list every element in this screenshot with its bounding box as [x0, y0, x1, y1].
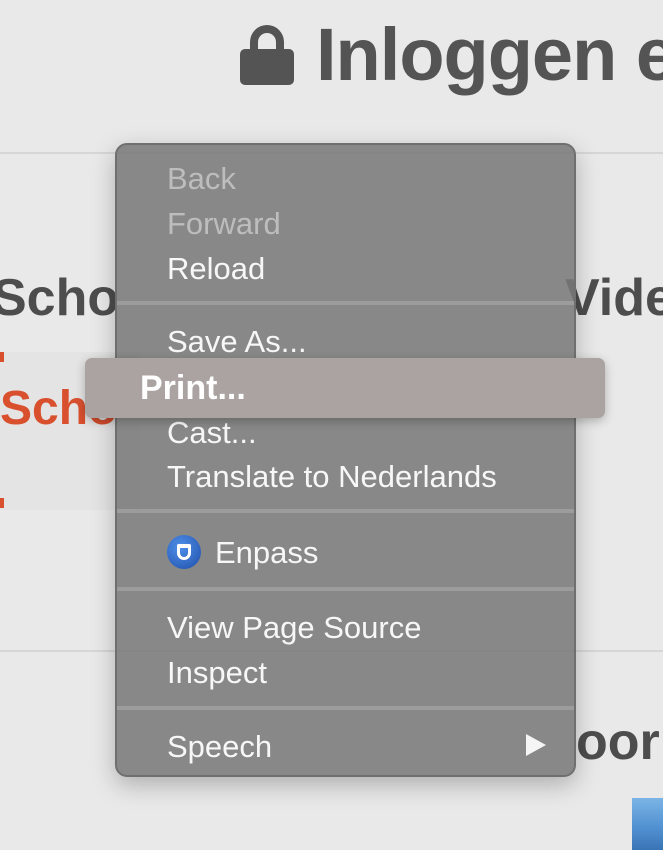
context-menu: Back Forward Reload Save As... Cast... T… [115, 143, 576, 777]
menu-item-view-page-source[interactable]: View Page Source [167, 612, 421, 643]
section-heading-left: Scho [0, 269, 120, 327]
menu-separator [117, 301, 574, 305]
menu-item-speech[interactable]: Speech [167, 731, 272, 762]
menu-item-cast[interactable]: Cast... [167, 417, 257, 448]
section-heading-right: Vide [565, 269, 663, 327]
thumbnail-image[interactable] [632, 798, 663, 850]
menu-item-inspect[interactable]: Inspect [167, 657, 267, 688]
section-heading-bottom-right: oor [576, 713, 660, 771]
menu-item-reload[interactable]: Reload [167, 253, 265, 284]
menu-item-translate[interactable]: Translate to Nederlands [167, 461, 497, 492]
menu-item-enpass[interactable]: Enpass [215, 537, 318, 568]
accent-mark [0, 352, 4, 362]
menu-item-print[interactable]: Print... [85, 358, 605, 418]
page-title-row: Inloggen e [240, 18, 663, 92]
lock-icon [240, 25, 294, 85]
accent-mark [0, 498, 4, 508]
page-title: Inloggen e [316, 13, 663, 96]
menu-separator [117, 509, 574, 513]
menu-item-forward[interactable]: Forward [167, 208, 281, 239]
menu-item-print-label: Print... [140, 369, 246, 407]
enpass-icon [167, 535, 201, 569]
menu-item-save-as[interactable]: Save As... [167, 326, 307, 357]
menu-separator [117, 706, 574, 710]
menu-separator [117, 587, 574, 591]
menu-item-back[interactable]: Back [167, 163, 236, 194]
chevron-right-icon [526, 734, 546, 756]
